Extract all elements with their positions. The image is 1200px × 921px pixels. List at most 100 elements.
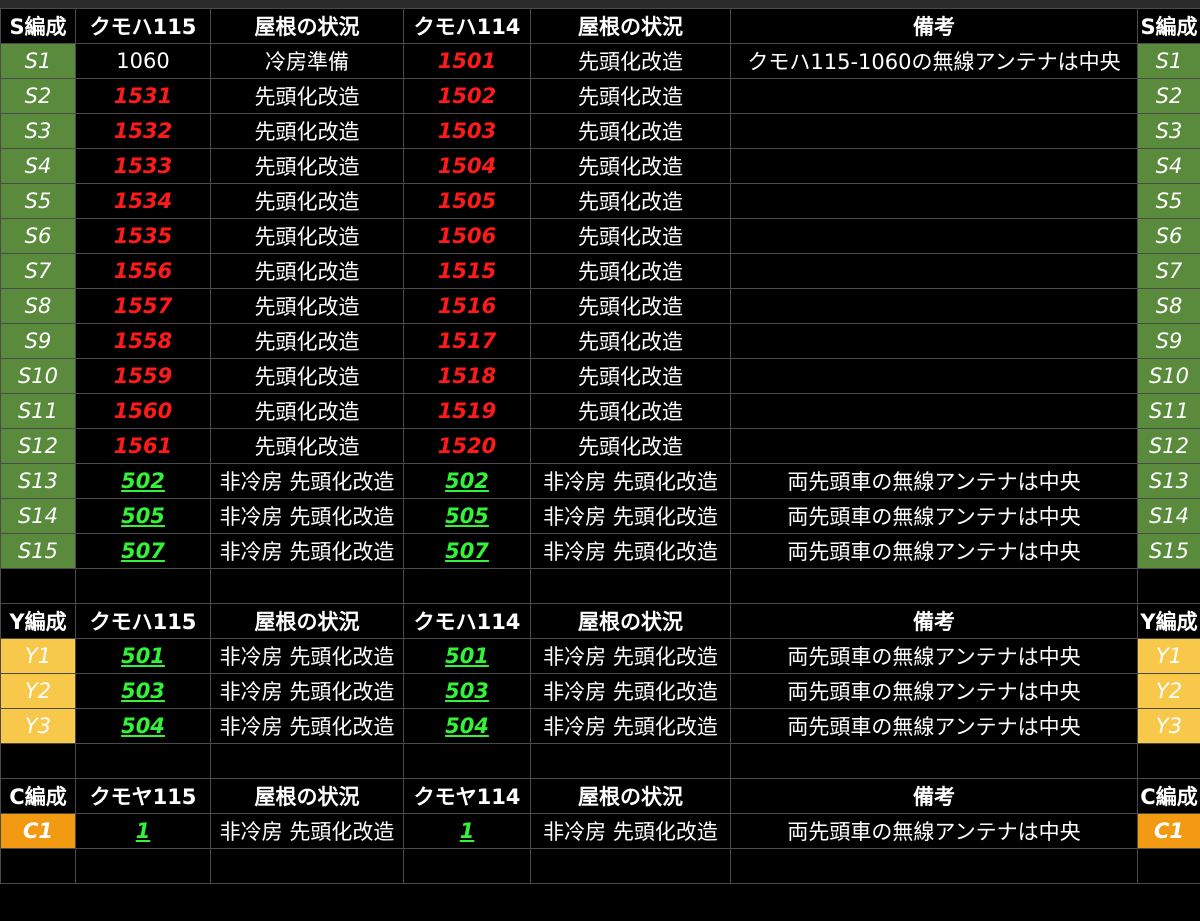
formation-id-right[interactable]: S11 [1137,393,1200,429]
remarks-header[interactable]: 備考 [730,778,1138,814]
car-b-number[interactable]: 1518 [403,358,531,394]
empty-cell[interactable] [730,848,1138,884]
car-a-number[interactable]: 1532 [75,113,211,149]
roof-b-status[interactable]: 先頭化改造 [530,43,731,79]
car-b-number[interactable]: 504 [403,708,531,744]
roof-b-status[interactable]: 非冷房 先頭化改造 [530,638,731,674]
car-a-header[interactable]: クモハ115 [75,603,211,639]
formation-id[interactable]: S13 [0,463,76,499]
empty-cell[interactable] [75,743,211,779]
roof-a-status[interactable]: 非冷房 先頭化改造 [210,463,404,499]
formation-id[interactable]: Y2 [0,673,76,709]
roof-b-status[interactable]: 先頭化改造 [530,183,731,219]
formation-id-right[interactable]: S1 [1137,43,1200,79]
roof-a-status[interactable]: 非冷房 先頭化改造 [210,498,404,534]
roof-b-status[interactable]: 非冷房 先頭化改造 [530,463,731,499]
formation-id[interactable]: S3 [0,113,76,149]
car-a-number[interactable]: 503 [75,673,211,709]
roof-a-status[interactable]: 非冷房 先頭化改造 [210,673,404,709]
roof-a-status[interactable]: 非冷房 先頭化改造 [210,813,404,849]
empty-cell[interactable] [1137,743,1200,779]
empty-cell[interactable] [403,743,531,779]
formation-header[interactable]: Y編成 [0,603,76,639]
remarks[interactable] [730,113,1138,149]
car-b-number[interactable]: 1506 [403,218,531,254]
car-b-number[interactable]: 1519 [403,393,531,429]
car-b-number[interactable]: 507 [403,533,531,569]
empty-cell[interactable] [403,568,531,604]
empty-cell[interactable] [210,743,404,779]
formation-id[interactable]: S4 [0,148,76,184]
roof-b-header[interactable]: 屋根の状況 [530,778,731,814]
formation-id-right[interactable]: S8 [1137,288,1200,324]
empty-cell[interactable] [75,568,211,604]
roof-b-status[interactable]: 非冷房 先頭化改造 [530,533,731,569]
formation-id-right[interactable]: S15 [1137,533,1200,569]
remarks[interactable] [730,288,1138,324]
formation-id[interactable]: S12 [0,428,76,464]
remarks[interactable]: 両先頭車の無線アンテナは中央 [730,533,1138,569]
roof-b-status[interactable]: 非冷房 先頭化改造 [530,498,731,534]
roof-a-status[interactable]: 先頭化改造 [210,358,404,394]
empty-cell[interactable] [1137,848,1200,884]
formation-id-right[interactable]: S13 [1137,463,1200,499]
car-a-number[interactable]: 1558 [75,323,211,359]
formation-header[interactable]: C編成 [0,778,76,814]
car-b-number[interactable]: 1515 [403,253,531,289]
remarks[interactable]: クモハ115-1060の無線アンテナは中央 [730,43,1138,79]
empty-cell[interactable] [530,743,731,779]
roof-b-status[interactable]: 非冷房 先頭化改造 [530,673,731,709]
car-b-number[interactable]: 505 [403,498,531,534]
car-a-number[interactable]: 1534 [75,183,211,219]
remarks[interactable]: 両先頭車の無線アンテナは中央 [730,673,1138,709]
roof-b-status[interactable]: 非冷房 先頭化改造 [530,813,731,849]
car-b-number[interactable]: 1520 [403,428,531,464]
car-a-number[interactable]: 1561 [75,428,211,464]
formation-header-right[interactable]: S編成 [1137,8,1200,44]
car-a-number[interactable]: 1535 [75,218,211,254]
car-b-number[interactable]: 1503 [403,113,531,149]
formation-id-right[interactable]: Y3 [1137,708,1200,744]
remarks[interactable]: 両先頭車の無線アンテナは中央 [730,498,1138,534]
roof-a-status[interactable]: 先頭化改造 [210,183,404,219]
remarks[interactable] [730,358,1138,394]
empty-cell[interactable] [75,848,211,884]
formation-id-right[interactable]: S2 [1137,78,1200,114]
roof-b-status[interactable]: 先頭化改造 [530,358,731,394]
roof-a-status[interactable]: 非冷房 先頭化改造 [210,638,404,674]
formation-id[interactable]: S15 [0,533,76,569]
car-b-number[interactable]: 1516 [403,288,531,324]
roof-a-status[interactable]: 先頭化改造 [210,148,404,184]
remarks[interactable] [730,323,1138,359]
empty-cell[interactable] [403,848,531,884]
roof-b-status[interactable]: 先頭化改造 [530,323,731,359]
car-b-number[interactable]: 1501 [403,43,531,79]
empty-cell[interactable] [210,848,404,884]
roof-a-header[interactable]: 屋根の状況 [210,8,404,44]
roof-b-status[interactable]: 先頭化改造 [530,148,731,184]
car-b-number[interactable]: 1502 [403,78,531,114]
roof-b-status[interactable]: 先頭化改造 [530,113,731,149]
formation-id-right[interactable]: S4 [1137,148,1200,184]
car-a-number[interactable]: 1531 [75,78,211,114]
remarks[interactable] [730,393,1138,429]
car-a-number[interactable]: 1556 [75,253,211,289]
formation-id[interactable]: S10 [0,358,76,394]
car-b-number[interactable]: 503 [403,673,531,709]
roof-b-header[interactable]: 屋根の状況 [530,603,731,639]
car-a-number[interactable]: 504 [75,708,211,744]
remarks-header[interactable]: 備考 [730,8,1138,44]
remarks[interactable] [730,148,1138,184]
roof-a-status[interactable]: 先頭化改造 [210,253,404,289]
empty-cell[interactable] [1137,568,1200,604]
car-b-number[interactable]: 1517 [403,323,531,359]
formation-id[interactable]: S1 [0,43,76,79]
roof-a-status[interactable]: 非冷房 先頭化改造 [210,533,404,569]
roof-a-status[interactable]: 先頭化改造 [210,78,404,114]
remarks[interactable] [730,183,1138,219]
formation-id-right[interactable]: Y2 [1137,673,1200,709]
car-b-number[interactable]: 502 [403,463,531,499]
roof-a-header[interactable]: 屋根の状況 [210,778,404,814]
formation-id-right[interactable]: Y1 [1137,638,1200,674]
formation-id-right[interactable]: S10 [1137,358,1200,394]
